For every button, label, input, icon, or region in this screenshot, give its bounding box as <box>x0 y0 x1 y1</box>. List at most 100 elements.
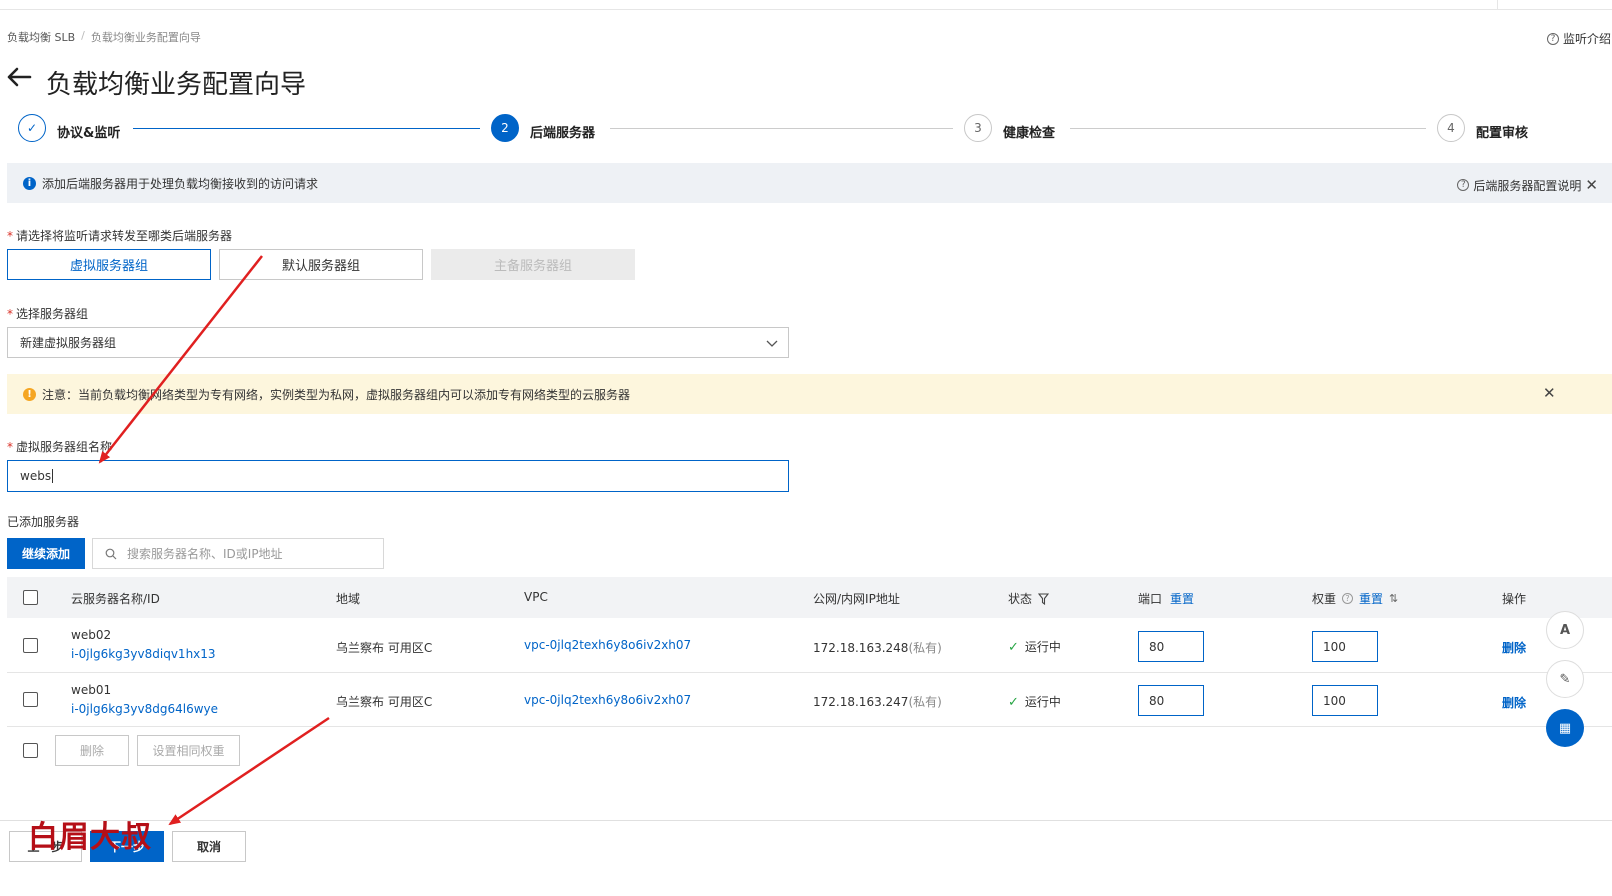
assistant-float-icon[interactable]: A <box>1546 611 1584 649</box>
server-group-select[interactable]: 新建虚拟服务器组 <box>7 327 789 358</box>
cancel-button[interactable]: 取消 <box>172 831 246 862</box>
port-input[interactable]: 80 <box>1138 685 1204 716</box>
group-name-text: 虚拟服务器组名称 <box>16 440 113 454</box>
row-checkbox[interactable] <box>23 692 38 707</box>
server-region: 乌兰察布 可用区C <box>336 641 433 655</box>
filter-icon[interactable] <box>1038 592 1050 605</box>
watermark-text: 白眉大叔 <box>28 820 152 855</box>
server-status-text: 运行中 <box>1024 695 1061 709</box>
backend-config-help-label: 后端服务器配置说明 <box>1473 178 1582 193</box>
col-weight-label: 权重 <box>1312 592 1337 606</box>
top-divider-notch <box>1497 0 1498 9</box>
weight-input[interactable]: 100 <box>1312 631 1378 662</box>
step-2-circle: 2 <box>491 114 519 142</box>
group-name-label: * 虚拟服务器组名称 <box>7 438 112 455</box>
select-all-checkbox[interactable] <box>23 590 38 605</box>
required-marker: * <box>7 229 13 243</box>
server-status: ✓ 运行中 <box>1008 638 1061 655</box>
breadcrumb-root[interactable]: 负载均衡 SLB <box>7 29 75 45</box>
col-port-label: 端口 <box>1138 592 1163 606</box>
group-name-input[interactable]: webs <box>7 460 789 492</box>
step-3-circle: 3 <box>964 114 992 142</box>
server-status: ✓ 运行中 <box>1008 693 1061 710</box>
check-icon: ✓ <box>1008 695 1019 710</box>
weight-input[interactable]: 100 <box>1312 685 1378 716</box>
server-search-input[interactable]: 搜索服务器名称、ID或IP地址 <box>92 538 384 569</box>
info-icon: i <box>23 176 36 190</box>
question-circle-icon[interactable]: ? <box>1342 593 1354 604</box>
delete-row-link[interactable]: 删除 <box>1502 694 1526 711</box>
forward-type-label: * 请选择将监听请求转发至哪类后端服务器 <box>7 227 232 244</box>
apps-float-icon[interactable]: ▦ <box>1546 709 1584 747</box>
server-id-link[interactable]: i-0jlg6kg3yv8diqv1hx13 <box>71 647 216 661</box>
port-input[interactable]: 80 <box>1138 631 1204 662</box>
breadcrumb: 负载均衡 SLB / 负载均衡业务配置向导 <box>7 29 201 45</box>
info-close-icon[interactable]: ✕ <box>1585 176 1598 194</box>
warning-banner-text: 注意：当前负载均衡网络类型为专有网络，实例类型为私网，虚拟服务器组内可以添加专有… <box>42 387 631 402</box>
text-caret <box>52 469 54 483</box>
default-server-group-option[interactable]: 默认服务器组 <box>219 249 423 280</box>
continue-add-button[interactable]: 继续添加 <box>7 538 85 569</box>
server-id-link[interactable]: i-0jlg6kg3yv8dg64l6wye <box>71 702 218 716</box>
warning-banner: ! 注意：当前负载均衡网络类型为专有网络，实例类型为私网，虚拟服务器组内可以添加… <box>7 374 1612 414</box>
master-slave-group-option: 主备服务器组 <box>431 249 635 280</box>
server-ip-value: 172.18.163.247 <box>813 695 909 709</box>
required-marker: * <box>7 440 13 454</box>
server-ip-type: (私有) <box>908 695 942 709</box>
info-banner-text: 添加后端服务器用于处理负载均衡接收到的访问请求 <box>42 176 319 191</box>
step-1-connector <box>133 128 480 129</box>
col-port-header: 端口 重置 <box>1138 590 1194 607</box>
forward-type-text: 请选择将监听请求转发至哪类后端服务器 <box>16 229 233 243</box>
step-1-circle: ✓ <box>18 114 46 142</box>
footer-divider <box>0 820 1612 821</box>
col-status-label: 状态 <box>1008 592 1033 606</box>
col-vpc-header: VPC <box>524 590 548 604</box>
server-ip-value: 172.18.163.248 <box>813 641 909 655</box>
feedback-float-icon[interactable]: ✎ <box>1546 660 1584 698</box>
added-servers-label: 已添加服务器 <box>7 515 80 529</box>
breadcrumb-separator: / <box>81 29 85 42</box>
sort-icon[interactable]: ⇅ <box>1389 592 1398 605</box>
batch-delete-button: 删除 <box>55 735 129 766</box>
weight-reset-link[interactable]: 重置 <box>1359 590 1383 607</box>
page-title: 负载均衡业务配置向导 <box>46 70 307 100</box>
row-divider <box>7 726 1612 727</box>
virtual-server-group-option[interactable]: 虚拟服务器组 <box>7 249 211 280</box>
group-select-text: 选择服务器组 <box>16 307 89 321</box>
annotation-arrow-to-name-input <box>98 255 263 464</box>
col-ip-header: 公网/内网IP地址 <box>813 592 900 606</box>
warning-icon: ! <box>23 387 36 401</box>
step-2-label: 后端服务器 <box>530 126 596 141</box>
breadcrumb-current: 负载均衡业务配置向导 <box>90 31 201 44</box>
row-checkbox[interactable] <box>23 638 38 653</box>
top-divider <box>0 9 1612 10</box>
group-name-value: webs <box>20 469 52 483</box>
col-ops-header: 操作 <box>1502 592 1527 606</box>
search-icon <box>105 548 117 559</box>
annotation-arrow-to-next-button <box>168 716 330 826</box>
server-name: web02 <box>71 628 112 642</box>
step-2-connector <box>610 128 953 129</box>
row-divider <box>7 672 1612 673</box>
question-circle-icon: ? <box>1457 179 1470 191</box>
server-vpc-link[interactable]: vpc-0jlq2texh6y8o6iv2xh07 <box>524 693 691 707</box>
info-banner: i 添加后端服务器用于处理负载均衡接收到的访问请求 <box>7 163 1612 203</box>
check-icon: ✓ <box>1008 640 1019 655</box>
annotation-arrows <box>98 255 330 826</box>
server-status-text: 运行中 <box>1024 640 1061 654</box>
warning-close-icon[interactable]: ✕ <box>1543 384 1556 402</box>
group-select-label: * 选择服务器组 <box>7 305 88 322</box>
back-arrow-icon[interactable] <box>6 64 32 90</box>
listener-help-link[interactable]: ? 监听介绍 <box>1547 30 1611 47</box>
server-search-placeholder: 搜索服务器名称、ID或IP地址 <box>127 547 283 561</box>
server-vpc-link[interactable]: vpc-0jlq2texh6y8o6iv2xh07 <box>524 638 691 652</box>
set-same-weight-button: 设置相同权重 <box>137 735 240 766</box>
step-1-label: 协议&监听 <box>57 126 121 141</box>
delete-row-link[interactable]: 删除 <box>1502 639 1526 656</box>
backend-config-help[interactable]: ? 后端服务器配置说明 ✕ <box>1457 176 1598 194</box>
batch-select-checkbox[interactable] <box>23 743 38 758</box>
server-ip-type: (私有) <box>908 641 942 655</box>
port-reset-link[interactable]: 重置 <box>1170 590 1194 607</box>
server-region: 乌兰察布 可用区C <box>336 695 433 709</box>
server-ip: 172.18.163.247(私有) <box>813 693 942 710</box>
